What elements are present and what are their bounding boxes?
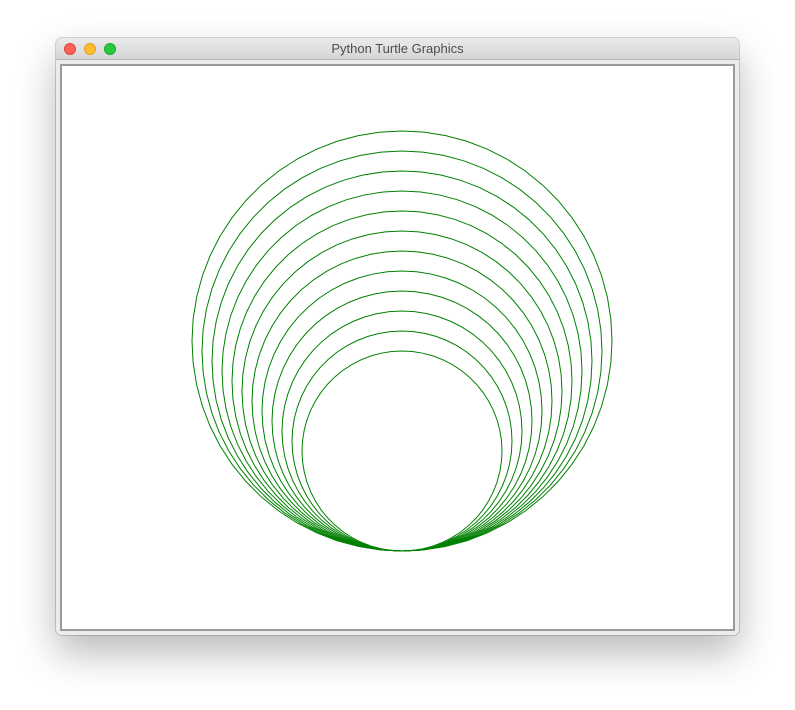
turtle-circle	[261, 270, 543, 552]
turtle-circle	[281, 310, 523, 552]
turtle-circle	[301, 350, 503, 552]
turtle-circle	[211, 170, 593, 552]
turtle-circle	[191, 130, 613, 552]
turtle-canvas[interactable]	[60, 64, 735, 631]
title-bar[interactable]: Python Turtle Graphics	[56, 38, 739, 60]
turtle-circle	[231, 210, 573, 552]
turtle-circle	[251, 250, 553, 552]
turtle-circle	[291, 330, 513, 552]
turtle-window: Python Turtle Graphics	[56, 38, 739, 635]
turtle-circle	[271, 290, 533, 552]
drawing-area	[191, 130, 613, 552]
turtle-circle	[241, 230, 563, 552]
window-title: Python Turtle Graphics	[331, 41, 464, 56]
window-content	[56, 60, 739, 635]
turtle-circle	[221, 190, 583, 552]
